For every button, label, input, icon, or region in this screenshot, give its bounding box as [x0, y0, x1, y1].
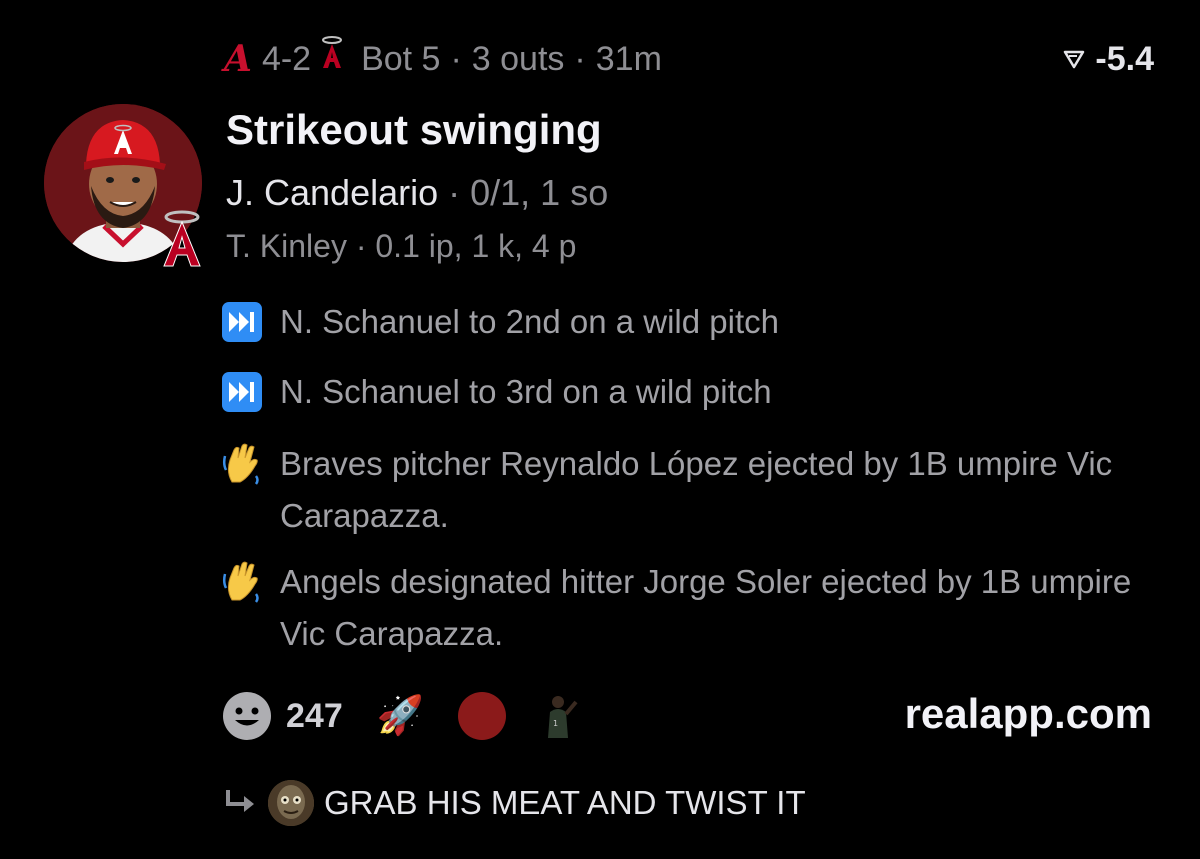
event-item: Braves pitcher Reynaldo López ejected by…: [222, 438, 1152, 542]
event-item: N. Schanuel to 3rd on a wild pitch: [222, 366, 1152, 418]
reaction-count[interactable]: 247: [286, 697, 343, 736]
reactions-bar: 247 🚀 1: [222, 688, 581, 744]
event-item: N. Schanuel to 2nd on a wild pitch: [222, 296, 1152, 348]
event-text: Angels designated hitter Jorge Soler eje…: [280, 563, 1132, 652]
play-title: Strikeout swinging: [226, 106, 602, 153]
add-reaction-icon[interactable]: [222, 691, 272, 741]
batter-name[interactable]: J. Candelario: [226, 172, 438, 213]
elapsed-time: 31m: [595, 39, 662, 78]
angels-logo-icon: [321, 36, 343, 78]
game-status-line: A 4-2 Bot 5 · 3 outs · 31m: [224, 36, 662, 82]
rocket-reaction-icon[interactable]: 🚀: [377, 694, 424, 738]
win-probability-icon: [1064, 50, 1085, 69]
event-text: N. Schanuel to 3rd on a wild pitch: [280, 373, 772, 410]
waving-hand-icon: [222, 443, 259, 485]
score: 4-2: [261, 39, 312, 78]
reply-row[interactable]: GRAB HIS MEAT AND TWIST IT: [224, 778, 806, 828]
waving-hand-icon: [222, 561, 259, 603]
separator: ·: [574, 39, 586, 78]
reply-arrow-icon: [226, 790, 254, 812]
batter-line: J. Candelario · 0/1, 1 so: [226, 172, 608, 214]
win-probability: -5.4: [1063, 36, 1154, 82]
fast-forward-icon: [222, 372, 262, 412]
event-item: Angels designated hitter Jorge Soler eje…: [222, 556, 1152, 660]
win-probability-value: -5.4: [1095, 39, 1154, 78]
inning: Bot 5: [361, 39, 441, 78]
event-text: Braves pitcher Reynaldo López ejected by…: [280, 445, 1113, 534]
event-text: N. Schanuel to 2nd on a wild pitch: [280, 303, 779, 340]
pitcher-line: T. Kinley · 0.1 ip, 1 k, 4 p: [226, 228, 577, 264]
reply-user-avatar[interactable]: [268, 780, 314, 826]
angels-badge-icon: [163, 210, 201, 267]
fast-forward-icon: [222, 302, 262, 342]
red-circle-reaction-icon[interactable]: [458, 692, 507, 740]
reply-text: GRAB HIS MEAT AND TWIST IT: [324, 784, 806, 821]
braves-logo-icon: A: [224, 38, 252, 80]
batter-stat: · 0/1, 1 so: [448, 172, 609, 213]
outs: 3 outs: [471, 39, 565, 78]
separator: ·: [450, 39, 462, 78]
brand-link[interactable]: realapp.com: [905, 690, 1152, 738]
svg-text:1: 1: [553, 719, 558, 728]
player-reaction-icon[interactable]: 1: [540, 692, 581, 740]
